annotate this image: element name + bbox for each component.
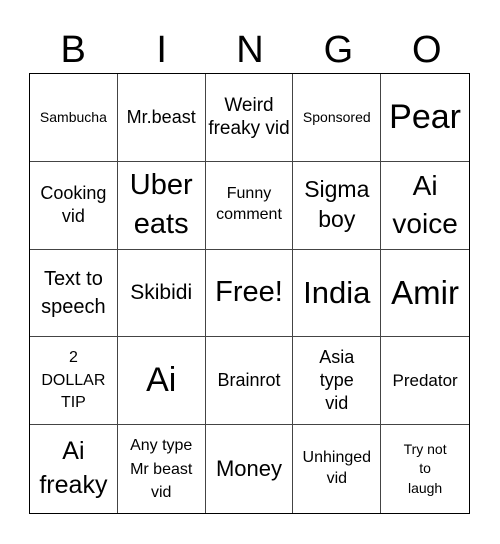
bingo-cell[interactable]: Skibidi	[117, 249, 206, 338]
bingo-cell[interactable]: Free!	[205, 249, 294, 338]
bingo-cell[interactable]: Asia type vid	[293, 337, 382, 426]
bingo-cell[interactable]: India	[293, 249, 382, 338]
bingo-grid: Sambucha Mr.beast Weird freaky vid Spons…	[29, 73, 470, 514]
bingo-cell[interactable]: Mr.beast	[117, 74, 206, 162]
header-letter-b: B	[60, 29, 86, 71]
bingo-cell[interactable]: Sigma boy	[293, 161, 382, 250]
bingo-cell[interactable]: 2 DOLLAR TIP	[30, 337, 118, 426]
bingo-cell[interactable]: Uber eats	[117, 161, 206, 250]
bingo-cell[interactable]: Predator	[381, 337, 469, 426]
bingo-cell[interactable]: Ai voice	[381, 162, 469, 250]
bingo-cell[interactable]: Cooking vid	[30, 161, 118, 250]
bingo-cell[interactable]: Any type Mr beast vid	[118, 425, 206, 513]
header-letter-o: O	[412, 29, 442, 71]
bingo-cell[interactable]: Ai	[117, 337, 206, 426]
bingo-cell[interactable]: Text to speech	[30, 249, 118, 338]
header-letter-g: G	[323, 29, 354, 71]
bingo-cell[interactable]: Money	[206, 425, 294, 513]
bingo-header: B I N G O	[29, 28, 471, 73]
bingo-cell[interactable]: Brainrot	[205, 337, 294, 426]
bingo-cell[interactable]: Sambucha	[30, 74, 118, 162]
bingo-cell[interactable]: Try not to laugh	[381, 425, 469, 513]
bingo-cell[interactable]: Pear	[381, 74, 469, 162]
header-letter-n: N	[236, 29, 264, 71]
bingo-cell[interactable]: Unhinged vid	[293, 425, 382, 513]
bingo-cell[interactable]: Amir	[381, 250, 469, 338]
bingo-cell[interactable]: Weird freaky vid	[205, 74, 294, 162]
bingo-cell[interactable]: Funny comment	[205, 161, 294, 250]
bingo-cell[interactable]: Ai freaky	[30, 425, 118, 513]
header-letter-i: I	[156, 29, 167, 71]
bingo-cell[interactable]: Sponsored	[293, 74, 382, 162]
